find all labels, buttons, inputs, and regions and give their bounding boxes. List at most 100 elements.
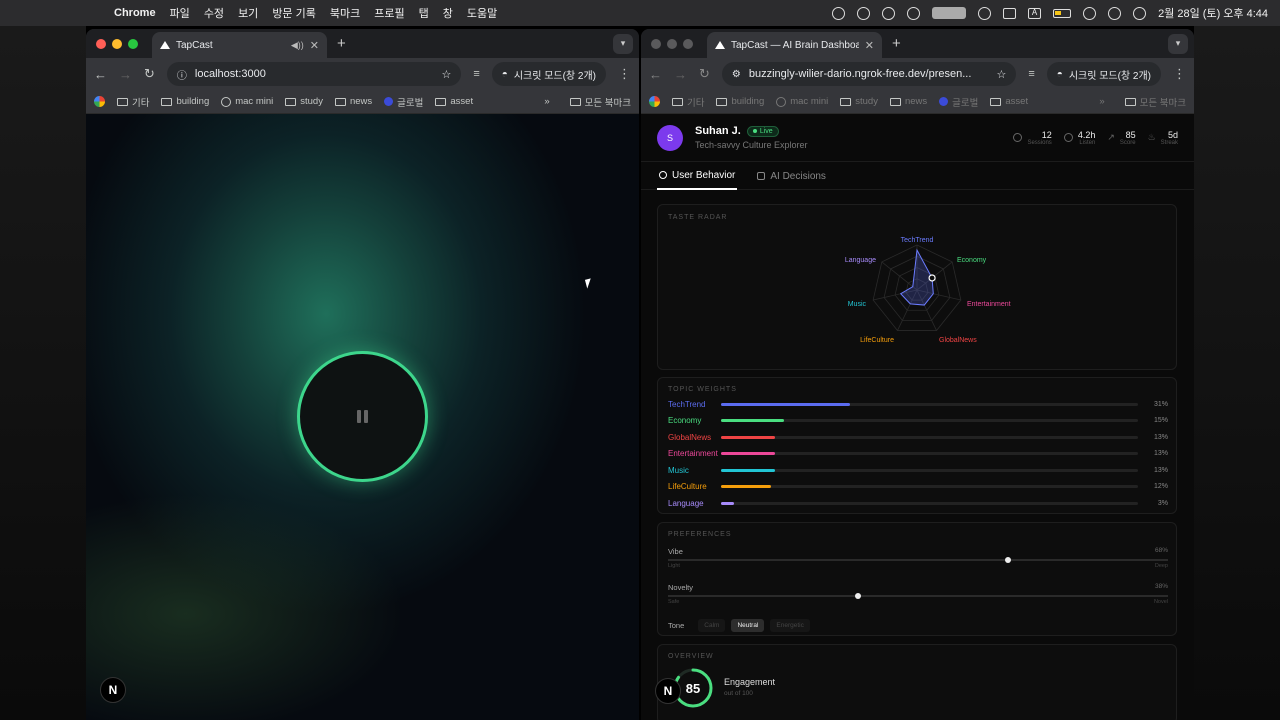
overview-title: OVERVIEW (668, 653, 714, 660)
back-icon[interactable]: ← (94, 67, 107, 82)
record-icon[interactable] (832, 6, 846, 20)
chevron-double-right-icon[interactable]: » (544, 96, 549, 107)
menu-profile[interactable]: 프로필 (374, 5, 404, 21)
novelty-track[interactable] (668, 593, 1168, 599)
window-icon[interactable] (1003, 7, 1017, 19)
bookmark-folder[interactable]: news (889, 96, 927, 107)
link-icon[interactable] (1083, 6, 1097, 20)
input-source-icon[interactable]: A (1028, 7, 1042, 19)
macos-menubar: Chrome 파일 수정 보기 방문 기록 북마크 프로필 탭 창 도움말 A … (0, 0, 1280, 26)
tab-dashboard[interactable]: TapCast — AI Brain Dashboard ✕ (707, 32, 882, 58)
google-icon[interactable] (94, 96, 105, 107)
kebab-menu-icon[interactable]: ⋮ (1173, 66, 1186, 82)
vibe-thumb[interactable] (1005, 557, 1011, 563)
tab-search-button[interactable]: ▾ (1168, 33, 1188, 54)
incognito-indicator[interactable]: ◓ 시크릿 모드(창 2개) (1046, 62, 1161, 86)
play-icon[interactable] (857, 6, 871, 20)
folder-icon (569, 97, 581, 106)
bookmark-folder[interactable]: study (285, 96, 323, 107)
address-bar[interactable]: ⓘ localhost:3000 ☆ (166, 62, 462, 86)
bookmark-folder[interactable]: 기타 (672, 95, 704, 109)
bookmark-star-icon[interactable]: ☆ (441, 68, 451, 81)
battery-icon[interactable] (1053, 8, 1072, 18)
menu-bookmarks[interactable]: 북마크 (330, 5, 360, 21)
tone-calm-button[interactable]: Calm (698, 619, 726, 632)
fullscreen-window-button[interactable] (128, 38, 138, 49)
bookmark-folder[interactable]: study (840, 96, 878, 107)
all-bookmarks-label[interactable]: 모든 북마크 (1140, 95, 1186, 109)
menu-window[interactable]: 창 (443, 5, 453, 21)
bookmark-link[interactable]: mac mini (221, 96, 273, 107)
telegram-icon[interactable] (978, 6, 992, 20)
forward-icon[interactable]: → (674, 67, 687, 82)
novelty-thumb[interactable] (855, 593, 861, 599)
reading-list-icon[interactable]: ≡ (473, 68, 479, 80)
app-status-icon[interactable] (932, 7, 967, 19)
fullscreen-window-button[interactable] (683, 38, 693, 49)
tab-tapcast[interactable]: TapCast ◀)) ✕ (152, 32, 327, 58)
nextjs-dev-badge[interactable]: N (655, 678, 681, 704)
menu-history[interactable]: 방문 기록 (272, 5, 316, 21)
bookmark-folder[interactable]: news (334, 96, 372, 107)
bookmark-folder[interactable]: asset (435, 96, 473, 107)
menu-edit[interactable]: 수정 (204, 5, 224, 21)
reload-icon[interactable]: ↻ (699, 66, 710, 82)
bookmark-folder[interactable]: asset (990, 96, 1028, 107)
bookmark-link[interactable]: 글로벌 (384, 95, 423, 109)
close-window-button[interactable] (651, 38, 661, 49)
bookmark-folder[interactable]: building (161, 96, 209, 107)
reload-icon[interactable]: ↻ (144, 66, 155, 82)
menu-help[interactable]: 도움말 (467, 5, 497, 21)
tab-search-button[interactable]: ▾ (613, 33, 633, 54)
tab-ai-decisions[interactable]: AI Decisions (755, 162, 828, 190)
close-tab-icon[interactable]: ✕ (310, 39, 319, 52)
topic-weight-pct: 3% (1157, 499, 1168, 507)
tone-energetic-button[interactable]: Energetic (770, 619, 810, 632)
menu-tab[interactable]: 탭 (419, 5, 429, 21)
new-tab-button[interactable]: + (892, 35, 901, 52)
close-tab-icon[interactable]: ✕ (865, 39, 874, 52)
close-window-button[interactable] (96, 38, 106, 49)
all-bookmarks-label[interactable]: 모든 북마크 (585, 95, 631, 109)
url-text[interactable]: buzzingly-wilier-dario.ngrok-free.dev/pr… (749, 68, 989, 80)
bookmark-star-icon[interactable]: ☆ (996, 68, 1006, 81)
tone-neutral-button[interactable]: Neutral (731, 619, 765, 632)
address-bar[interactable]: ⚙ buzzingly-wilier-dario.ngrok-free.dev/… (721, 62, 1017, 86)
minimize-window-button[interactable] (112, 38, 122, 49)
novelty-slider[interactable]: Novelty 38% Safe Novel (668, 583, 1168, 605)
bookmark-link[interactable]: mac mini (776, 96, 828, 107)
speaker-icon[interactable]: ◀)) (291, 40, 304, 51)
url-text[interactable]: localhost:3000 (195, 68, 434, 80)
new-tab-button[interactable]: + (337, 35, 346, 52)
tab-user-behavior[interactable]: User Behavior (657, 162, 738, 190)
site-info-icon[interactable]: ⓘ (177, 67, 187, 82)
bookmark-folder[interactable]: building (716, 96, 764, 107)
minimize-window-button[interactable] (667, 38, 677, 49)
forward-icon[interactable]: → (119, 67, 132, 82)
novelty-max-label: Novel (1153, 599, 1168, 605)
menu-app-name[interactable]: Chrome (114, 7, 156, 19)
control-center-icon[interactable] (1133, 6, 1147, 20)
menu-file[interactable]: 파일 (170, 5, 190, 21)
notification-icon[interactable] (882, 6, 896, 20)
fork-icon[interactable] (907, 6, 921, 20)
play-pause-button[interactable] (297, 351, 428, 482)
topic-label: GlobalNews (668, 432, 712, 442)
vibe-track[interactable] (668, 557, 1168, 563)
site-settings-icon[interactable]: ⚙ (732, 69, 741, 80)
reading-list-icon[interactable]: ≡ (1028, 68, 1034, 80)
novelty-value: 38% (1154, 583, 1168, 590)
kebab-menu-icon[interactable]: ⋮ (618, 66, 631, 82)
back-icon[interactable]: ← (649, 67, 662, 82)
google-icon[interactable] (649, 96, 660, 107)
bookmark-folder[interactable]: 기타 (117, 95, 149, 109)
search-icon[interactable] (1108, 6, 1122, 20)
menubar-clock[interactable]: 2월 28일 (토) 오후 4:44 (1158, 5, 1268, 21)
chevron-double-right-icon[interactable]: » (1099, 96, 1104, 107)
avatar[interactable]: S (657, 124, 683, 151)
menu-view[interactable]: 보기 (238, 5, 258, 21)
vibe-slider[interactable]: Vibe 68% Light Deep (668, 547, 1168, 569)
nextjs-dev-badge[interactable]: N (100, 677, 126, 703)
bookmark-link[interactable]: 글로벌 (939, 95, 978, 109)
incognito-indicator[interactable]: ◓ 시크릿 모드(창 2개) (491, 62, 606, 86)
